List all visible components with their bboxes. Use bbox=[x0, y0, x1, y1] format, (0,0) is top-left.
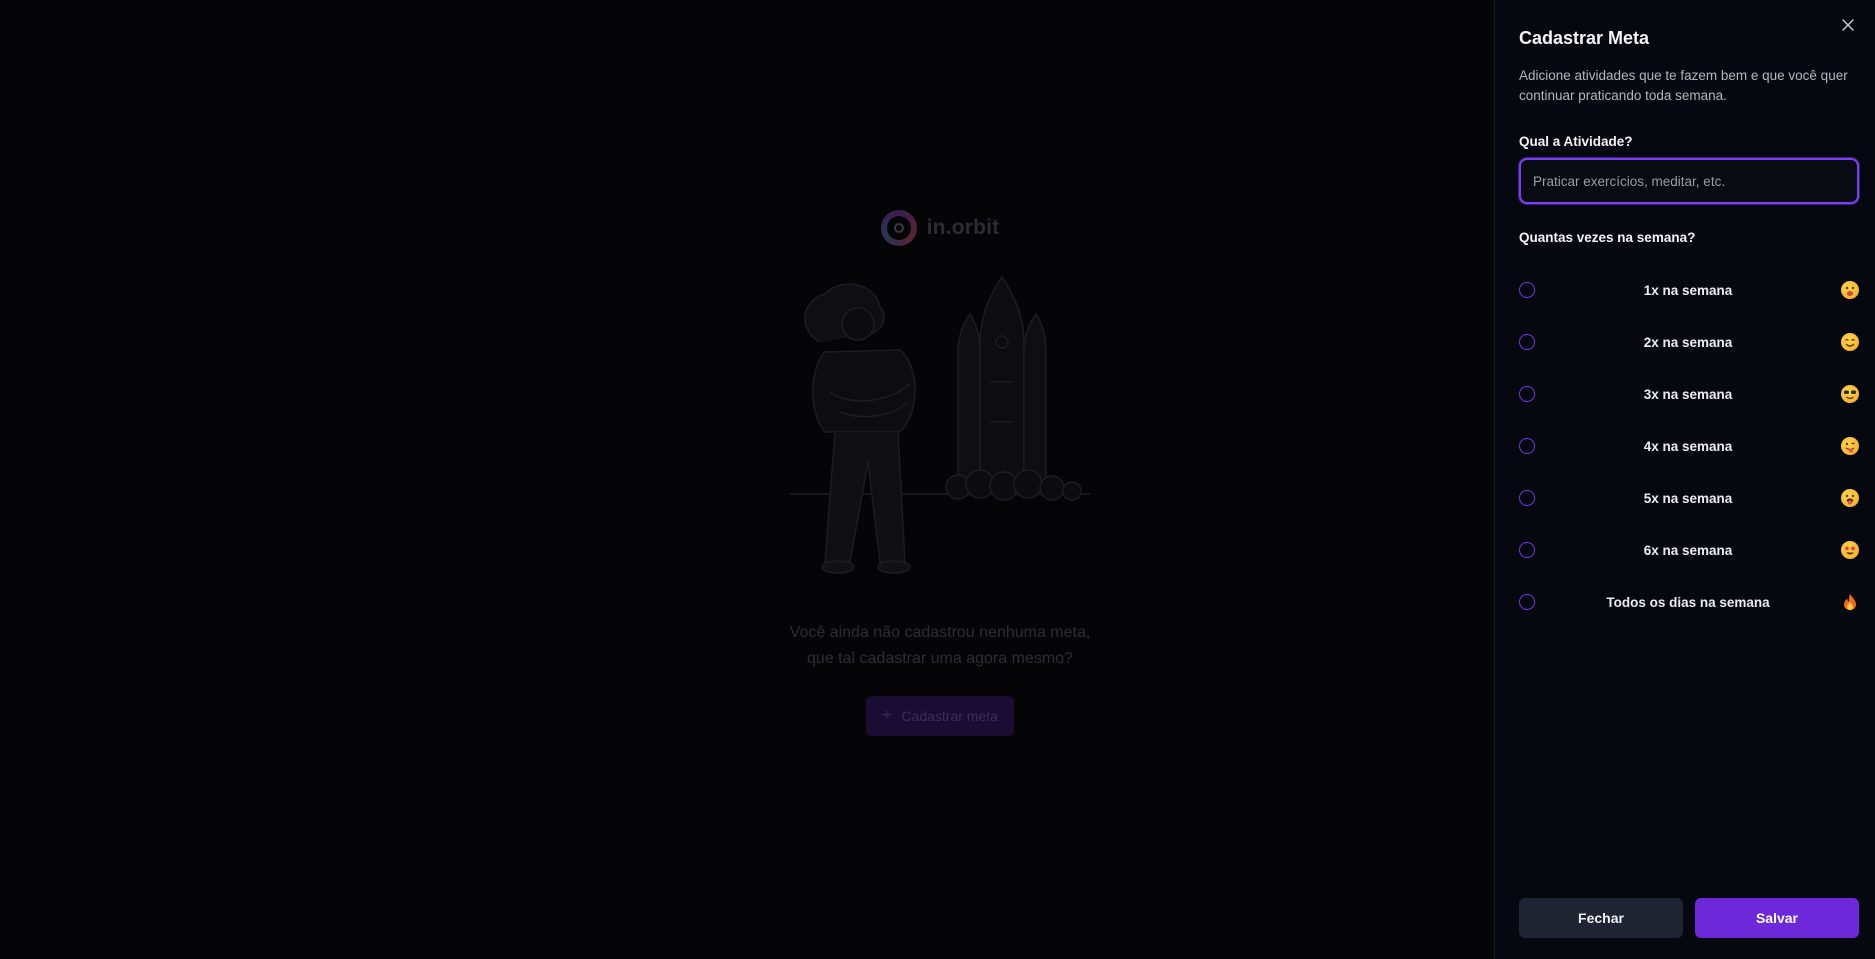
frequency-option-1x[interactable]: 1x na semana bbox=[1519, 264, 1859, 316]
option-label: 4x na semana bbox=[1643, 438, 1733, 454]
radio-button[interactable] bbox=[1519, 490, 1535, 506]
register-goal-button[interactable]: + Cadastrar meta bbox=[866, 696, 1014, 736]
face-star-eyes-emoji-icon bbox=[1841, 541, 1859, 559]
brand-logo-icon bbox=[880, 210, 917, 246]
activity-label: Qual a Atividade? bbox=[1519, 134, 1633, 149]
radio-button[interactable] bbox=[1519, 438, 1535, 454]
face-yawning-emoji-icon bbox=[1841, 281, 1859, 299]
option-label: 6x na semana bbox=[1643, 542, 1733, 558]
empty-message-line2: que tal cadastrar uma agora mesmo? bbox=[807, 650, 1073, 667]
brand-name: in.orbit bbox=[926, 216, 1000, 239]
plus-icon: + bbox=[882, 707, 892, 724]
option-label: 5x na semana bbox=[1643, 490, 1733, 506]
empty-message: Você ainda não cadastrou nenhuma meta, q… bbox=[775, 620, 1105, 672]
brand: in.orbit bbox=[880, 208, 1000, 248]
drawer-footer: Fechar Salvar bbox=[1519, 898, 1859, 938]
empty-message-line1: Você ainda não cadastrou nenhuma meta, bbox=[789, 624, 1091, 641]
empty-state: in.orbit Você ainda não cadastrou nenhum… bbox=[780, 208, 1100, 736]
face-tongue-out-emoji-icon bbox=[1841, 489, 1859, 507]
empty-state-illustration bbox=[790, 275, 1090, 574]
create-goal-drawer: Cadastrar Meta Adicione atividades que t… bbox=[1494, 0, 1875, 959]
radio-button[interactable] bbox=[1519, 282, 1535, 298]
register-goal-label: Cadastrar meta bbox=[901, 708, 998, 724]
option-label: 3x na semana bbox=[1643, 386, 1733, 402]
option-label: 1x na semana bbox=[1643, 282, 1733, 298]
activity-input[interactable] bbox=[1519, 158, 1859, 204]
frequency-option-daily[interactable]: Todos os dias na semana bbox=[1519, 576, 1859, 628]
frequency-option-5x[interactable]: 5x na semana bbox=[1519, 472, 1859, 524]
frequency-option-4x[interactable]: 4x na semana bbox=[1519, 420, 1859, 472]
radio-button[interactable] bbox=[1519, 386, 1535, 402]
radio-button[interactable] bbox=[1519, 334, 1535, 350]
face-tongue-emoji-icon bbox=[1841, 437, 1859, 455]
frequency-label: Quantas vezes na semana? bbox=[1519, 230, 1696, 245]
frequency-option-2x[interactable]: 2x na semana bbox=[1519, 316, 1859, 368]
radio-button[interactable] bbox=[1519, 594, 1535, 610]
option-label: 2x na semana bbox=[1643, 334, 1733, 350]
face-smiling-emoji-icon bbox=[1841, 333, 1859, 351]
drawer-title: Cadastrar Meta bbox=[1519, 28, 1650, 48]
radio-button[interactable] bbox=[1519, 542, 1535, 558]
close-icon[interactable] bbox=[1839, 16, 1857, 34]
drawer-description: Adicione atividades que te fazem bem e q… bbox=[1519, 68, 1848, 103]
option-label: Todos os dias na semana bbox=[1606, 594, 1770, 610]
save-button[interactable]: Salvar bbox=[1695, 898, 1859, 938]
frequency-options: 1x na semana 2x na semana 3x na semana 4… bbox=[1519, 264, 1859, 628]
frequency-option-3x[interactable]: 3x na semana bbox=[1519, 368, 1859, 420]
face-sunglasses-emoji-icon bbox=[1841, 385, 1859, 403]
fire-emoji-icon bbox=[1841, 593, 1859, 611]
close-button[interactable]: Fechar bbox=[1519, 898, 1683, 938]
frequency-option-6x[interactable]: 6x na semana bbox=[1519, 524, 1859, 576]
